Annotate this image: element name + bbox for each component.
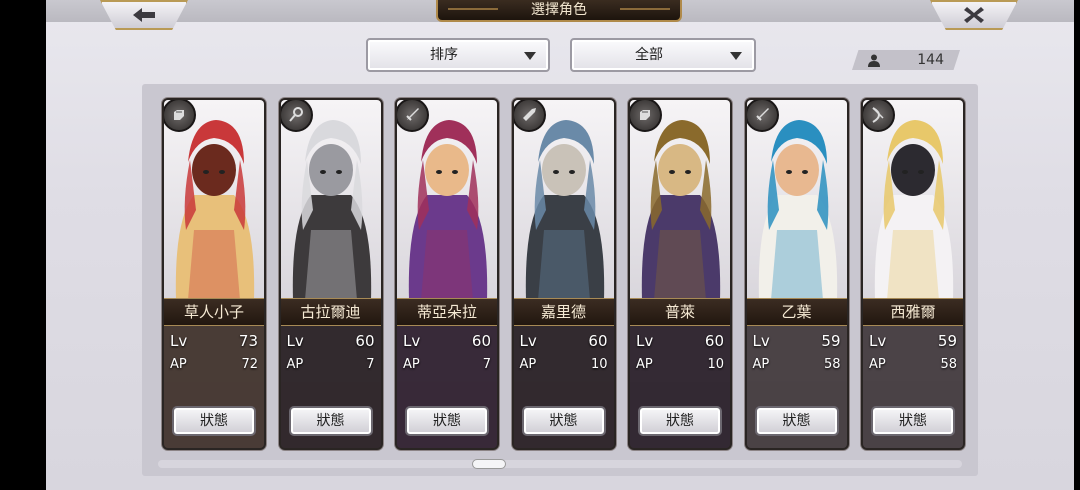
- character-name: 蒂亞朵拉: [397, 298, 497, 326]
- sword-class-icon: [397, 100, 429, 132]
- character-name: 普萊: [630, 298, 730, 326]
- level-row: Lv 60: [287, 330, 375, 352]
- character-name: 嘉里德: [513, 298, 614, 326]
- ap-value: 72: [241, 357, 258, 372]
- level-row: Lv 60: [636, 330, 724, 352]
- person-icon: [868, 54, 880, 67]
- character-stats: Lv 60 AP 7: [281, 326, 381, 398]
- level-label: Lv: [752, 332, 770, 350]
- scrollbar-track[interactable]: [158, 460, 962, 468]
- character-card[interactable]: 普萊 Lv 60 AP 10 狀態: [628, 98, 732, 450]
- character-stats: Lv 60 AP 10: [514, 326, 614, 398]
- level-value: 60: [588, 332, 608, 350]
- back-arrow-icon: [133, 8, 155, 22]
- screen-title: 選擇角色: [531, 2, 587, 18]
- ap-value: 58: [940, 357, 957, 372]
- character-card[interactable]: 乙葉 Lv 59 AP 58 狀態: [744, 98, 849, 450]
- ap-value: 7: [482, 357, 491, 372]
- character-stats: Lv 73 AP 72: [164, 326, 264, 398]
- ap-row: AP 7: [403, 354, 491, 376]
- status-button[interactable]: 狀態: [172, 406, 256, 436]
- character-card[interactable]: 西雅爾 Lv 59 AP 58 狀態: [861, 98, 965, 450]
- character-card[interactable]: 草人小子 Lv 73 AP 72 狀態: [162, 98, 266, 450]
- screen-title-plate: 選擇角色: [436, 0, 682, 22]
- bow-class-icon: [863, 100, 895, 132]
- status-button[interactable]: 狀態: [638, 406, 722, 436]
- ap-row: AP 10: [636, 354, 724, 376]
- character-card[interactable]: 蒂亞朵拉 Lv 60 AP 7 狀態: [395, 98, 499, 450]
- ap-row: AP 7: [287, 354, 375, 376]
- gauntlet-class-icon: [630, 100, 662, 132]
- gauntlet-class-icon: [164, 100, 196, 132]
- character-stats: Lv 60 AP 7: [397, 326, 497, 398]
- status-button[interactable]: 狀態: [521, 406, 606, 436]
- close-x-icon: [964, 7, 984, 23]
- character-stats: Lv 59 AP 58: [747, 326, 847, 398]
- character-name: 西雅爾: [863, 298, 963, 326]
- category-label: 全部: [635, 47, 663, 63]
- ap-label: AP: [286, 357, 304, 372]
- status-button[interactable]: 狀態: [288, 406, 373, 436]
- close-button[interactable]: [930, 0, 1018, 30]
- title-ornament: [620, 8, 670, 10]
- back-button[interactable]: [100, 0, 188, 30]
- ap-value: 58: [823, 357, 841, 372]
- character-panel: 草人小子 Lv 73 AP 72 狀態 古拉爾迪 Lv 60 AP 7 狀態 蒂…: [142, 84, 978, 476]
- ap-label: AP: [519, 357, 537, 372]
- status-button[interactable]: 狀態: [405, 406, 489, 436]
- character-name: 草人小子: [164, 298, 264, 326]
- level-label: Lv: [519, 332, 537, 350]
- ap-row: AP 72: [170, 354, 258, 376]
- status-button[interactable]: 狀態: [754, 406, 839, 436]
- category-dropdown[interactable]: 全部: [570, 38, 756, 72]
- game-screen: 選擇角色 排序 全部 144 草人小子 Lv 73 AP 72 狀態 古拉爾迪 …: [46, 0, 1074, 490]
- level-row: Lv 59: [753, 330, 841, 352]
- character-card[interactable]: 嘉里德 Lv 60 AP 10 狀態: [511, 98, 616, 450]
- level-row: Lv 60: [520, 330, 608, 352]
- level-label: Lv: [869, 332, 887, 350]
- key-class-icon: [280, 100, 313, 132]
- character-stats: Lv 60 AP 10: [630, 326, 730, 398]
- level-value: 59: [821, 332, 841, 350]
- level-label: Lv: [403, 332, 421, 350]
- level-label: Lv: [286, 332, 304, 350]
- ap-value: 7: [366, 357, 375, 372]
- level-value: 60: [355, 332, 375, 350]
- ap-label: AP: [869, 357, 886, 372]
- status-button[interactable]: 狀態: [871, 406, 955, 436]
- sword-class-icon: [746, 100, 779, 132]
- level-row: Lv 59: [869, 330, 957, 352]
- level-value: 59: [937, 332, 957, 350]
- roster-counter: 144: [852, 50, 960, 70]
- level-row: Lv 60: [403, 330, 491, 352]
- level-row: Lv 73: [170, 330, 258, 352]
- character-name: 乙葉: [746, 298, 847, 326]
- chevron-down-icon: [524, 52, 536, 60]
- character-name: 古拉爾迪: [280, 298, 381, 326]
- title-ornament: [448, 8, 498, 10]
- ap-value: 10: [590, 357, 608, 372]
- ap-label: AP: [636, 357, 653, 372]
- chevron-down-icon: [730, 52, 742, 60]
- scrollbar-thumb[interactable]: [472, 459, 506, 469]
- ap-row: AP 58: [753, 354, 841, 376]
- ap-value: 10: [707, 357, 724, 372]
- level-label: Lv: [170, 332, 188, 350]
- character-card[interactable]: 古拉爾迪 Lv 60 AP 7 狀態: [278, 98, 383, 450]
- level-value: 60: [704, 332, 724, 350]
- level-value: 73: [238, 332, 258, 350]
- ap-row: AP 10: [520, 354, 608, 376]
- sort-dropdown[interactable]: 排序: [366, 38, 550, 72]
- lance-class-icon: [513, 100, 546, 132]
- sort-label: 排序: [430, 47, 458, 63]
- ap-label: AP: [170, 357, 187, 372]
- ap-label: AP: [752, 357, 770, 372]
- ap-row: AP 58: [869, 354, 957, 376]
- roster-count: 144: [917, 52, 944, 68]
- ap-label: AP: [403, 357, 420, 372]
- level-value: 60: [471, 332, 491, 350]
- level-label: Lv: [636, 332, 654, 350]
- character-stats: Lv 59 AP 58: [863, 326, 963, 398]
